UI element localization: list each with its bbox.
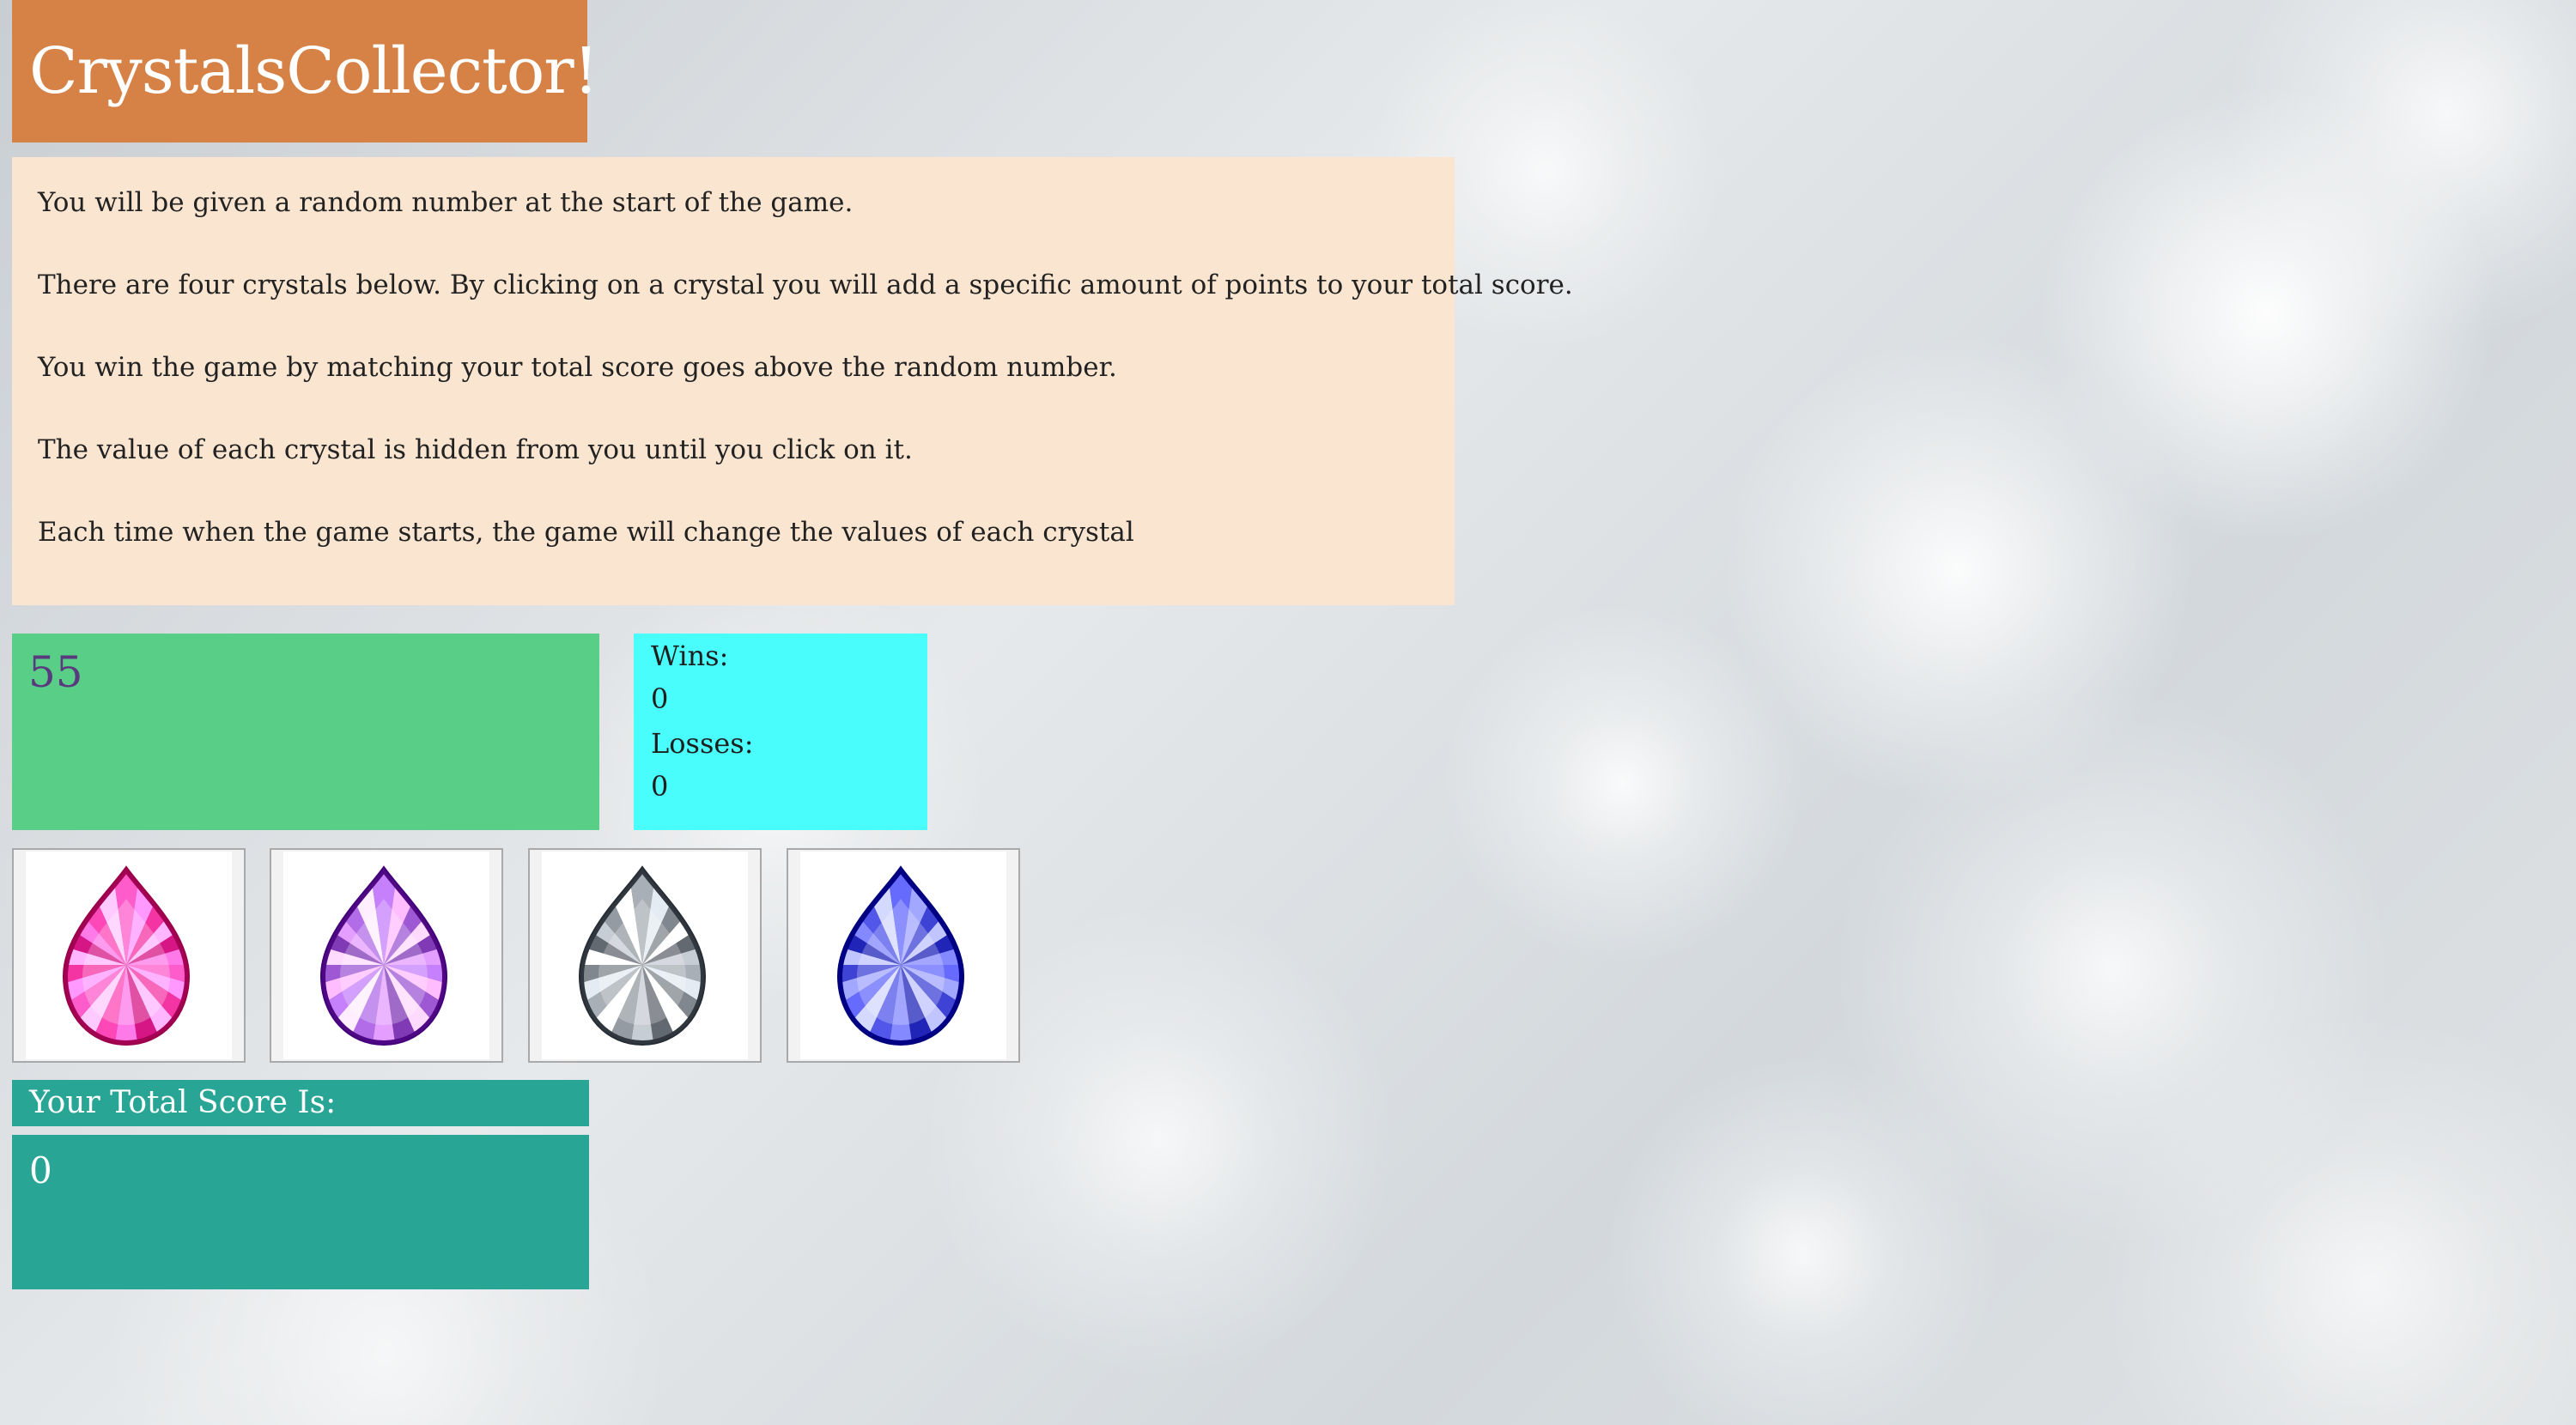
instruction-line: You win the game by matching your total … <box>38 352 1117 383</box>
instruction-line: Each time when the game starts, the game… <box>38 517 1134 548</box>
crystal-image <box>800 852 1006 1059</box>
instruction-line: The value of each crystal is hidden from… <box>38 434 913 465</box>
total-score-label: Your Total Score Is: <box>12 1080 589 1126</box>
pink-crystal-icon <box>62 865 191 1046</box>
instructions-panel: You will be given a random number at the… <box>12 157 1573 605</box>
losses-label: Losses: <box>651 727 754 760</box>
losses-count: 0 <box>651 770 669 803</box>
crystal-image <box>283 852 489 1059</box>
crystal-button-purple[interactable] <box>270 848 503 1063</box>
game-header: CrystalsCollector! <box>12 0 598 142</box>
instruction-line: There are four crystals below. By clicki… <box>38 270 1573 300</box>
crystal-button-pink[interactable] <box>12 848 246 1063</box>
crystal-button-blue[interactable] <box>787 848 1020 1063</box>
total-score-box: 0 <box>12 1135 589 1289</box>
gray-crystal-icon <box>578 865 707 1046</box>
wins-label: Wins: <box>651 640 729 672</box>
total-score-value: 0 <box>29 1149 52 1192</box>
crystal-button-gray[interactable] <box>528 848 762 1063</box>
crystal-image <box>26 852 232 1059</box>
blue-crystal-icon <box>836 865 965 1046</box>
random-number: 55 <box>28 647 83 697</box>
wins-count: 0 <box>651 682 669 715</box>
purple-crystal-icon <box>319 865 448 1046</box>
instruction-line: You will be given a random number at the… <box>38 187 854 218</box>
random-number-box: 55 <box>12 634 599 830</box>
wins-losses-panel: Wins: 0 Losses: 0 <box>634 634 927 830</box>
game-title: CrystalsCollector! <box>29 34 598 108</box>
crystal-image <box>542 852 748 1059</box>
